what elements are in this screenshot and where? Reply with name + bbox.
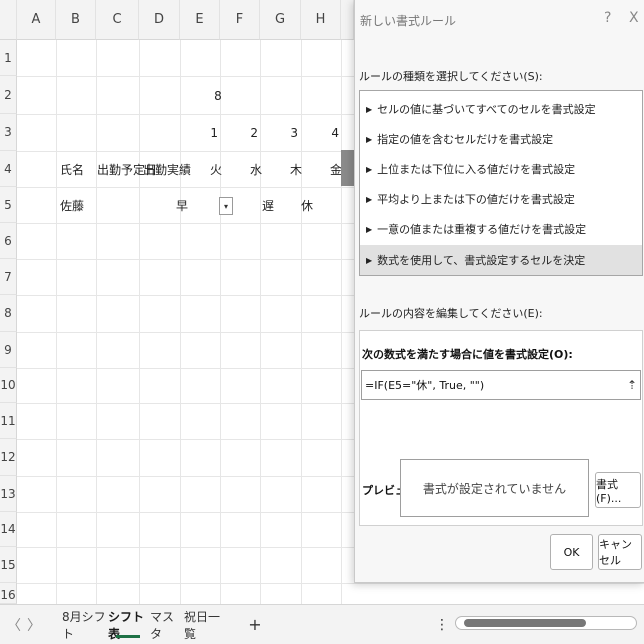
more-options-icon[interactable]: ⋮ [435, 605, 449, 644]
help-icon[interactable]: ? [604, 10, 611, 26]
row-header-8[interactable]: 8 [0, 295, 17, 332]
ok-button[interactable]: OK [550, 534, 593, 570]
chevron-down-icon: ▾ [223, 201, 228, 211]
row-header-2[interactable]: 2 [0, 76, 17, 114]
rule-type-list: ▶ セルの値に基づいてすべてのセルを書式設定 ▶ 指定の値を含むセルだけを書式設定 … [359, 90, 643, 276]
cell-b4[interactable]: 氏名 [56, 151, 96, 187]
row-header-15[interactable]: 15 [0, 547, 17, 583]
gridline [17, 583, 644, 584]
cell-f4[interactable]: 水 [236, 151, 276, 187]
cell-e4[interactable]: 火 [196, 151, 236, 187]
rule-type-item[interactable]: ▶ 指定の値を含むセルだけを書式設定 [360, 124, 642, 154]
row-header-4[interactable]: 4 [0, 151, 17, 187]
rule-type-item-label: 数式を使用して、書式設定するセルを決定 [377, 254, 586, 267]
gridline [139, 40, 140, 604]
row-header-9[interactable]: 9 [0, 332, 17, 368]
row-header-13[interactable]: 13 [0, 476, 17, 512]
preview-text: 書式が設定されていません [422, 481, 567, 496]
cell-c4[interactable]: 出勤予定日 [93, 151, 157, 187]
triangle-right-icon: ▶ [366, 255, 373, 265]
column-header-f[interactable]: F [220, 0, 260, 40]
prev-sheet-icon[interactable]: 〈 [6, 615, 22, 635]
cell-g3[interactable]: 3 [260, 115, 302, 151]
gridline [56, 40, 57, 604]
rule-type-item-label: セルの値に基づいてすべてのセルを書式設定 [377, 103, 596, 116]
row-header-14[interactable]: 14 [0, 512, 17, 547]
cell-g4[interactable]: 木 [276, 151, 316, 187]
row-header-1[interactable]: 1 [0, 40, 17, 76]
rule-type-item-label: 指定の値を含むセルだけを書式設定 [377, 133, 554, 146]
cell-e2[interactable]: 8 [180, 78, 256, 114]
tab-shift-hyou[interactable]: シフト表 [108, 605, 148, 644]
vertical-scroll-thumb[interactable] [341, 150, 354, 186]
cancel-button[interactable]: キャンセル [598, 534, 642, 570]
triangle-right-icon: ▶ [366, 104, 373, 114]
row-header-11[interactable]: 11 [0, 403, 17, 439]
cell-g5[interactable]: 休 [287, 187, 327, 223]
rule-type-item[interactable]: ▶ 平均より上または下の値だけを書式設定 [360, 184, 642, 214]
cell-h3[interactable]: 4 [301, 115, 343, 151]
tab-master[interactable]: マスタ [150, 605, 184, 644]
format-button[interactable]: 書式(F)... [595, 472, 641, 508]
column-header-b[interactable]: B [56, 0, 96, 40]
dialog-title: 新しい書式ルール [360, 14, 457, 28]
cell-f5[interactable]: 遅 [248, 187, 288, 223]
row-header-12[interactable]: 12 [0, 439, 17, 476]
add-sheet-icon[interactable]: + [244, 605, 266, 644]
next-sheet-icon[interactable]: 〉 [26, 615, 42, 635]
cell-dropdown-button[interactable]: ▾ [219, 197, 233, 215]
column-header-h[interactable]: H [301, 0, 341, 40]
cell-b5[interactable]: 佐藤 [56, 187, 96, 223]
column-header-g[interactable]: G [260, 0, 301, 40]
close-icon[interactable]: X [629, 10, 639, 26]
rule-type-item[interactable]: ▶ 一意の値または重複する値だけを書式設定 [360, 214, 642, 244]
rule-type-item-label: 上位または下位に入る値だけを書式設定 [377, 163, 576, 176]
new-format-rule-dialog: 新しい書式ルール ? X ルールの種類を選択してください(S): ▶ セルの値に基… [354, 0, 644, 583]
row-header-6[interactable]: 6 [0, 223, 17, 259]
horizontal-scroll-thumb[interactable] [464, 619, 586, 627]
cell-d4[interactable]: 出勤実績 [139, 151, 191, 187]
rule-type-item-label: 平均より上または下の値だけを書式設定 [377, 193, 575, 206]
row-header-7[interactable]: 7 [0, 259, 17, 295]
collapse-dialog-icon[interactable]: ⇡ [626, 374, 638, 396]
rule-type-item-selected[interactable]: ▶ 数式を使用して、書式設定するセルを決定 [360, 245, 642, 275]
tab-shukujitsu[interactable]: 祝日一覧 [184, 605, 226, 644]
cell-d5[interactable]: 早 [139, 187, 192, 223]
cell-f3[interactable]: 2 [220, 115, 262, 151]
triangle-right-icon: ▶ [366, 194, 373, 204]
gridline [96, 40, 97, 604]
row-header-5[interactable]: 5 [0, 187, 17, 223]
column-header-c[interactable]: C [96, 0, 139, 40]
triangle-right-icon: ▶ [366, 224, 373, 234]
row-header-10[interactable]: 10 [0, 368, 17, 403]
formula-input[interactable]: =IF(E5="休", True, "") [361, 370, 641, 400]
rule-type-item[interactable]: ▶ 上位または下位に入る値だけを書式設定 [360, 154, 642, 184]
triangle-right-icon: ▶ [366, 134, 373, 144]
formula-heading: 次の数式を満たす場合に値を書式設定(O): [362, 348, 573, 361]
rule-type-label: ルールの種類を選択してください(S): [359, 70, 543, 83]
rule-edit-label: ルールの内容を編集してください(E): [359, 307, 543, 320]
column-header-i[interactable] [341, 0, 354, 40]
row-header-3[interactable]: 3 [0, 114, 17, 151]
column-header-a[interactable]: A [17, 0, 56, 40]
rule-type-item[interactable]: ▶ セルの値に基づいてすべてのセルを書式設定 [360, 94, 642, 124]
row-header-16[interactable]: 16 [0, 583, 17, 604]
select-all-corner[interactable] [0, 0, 17, 40]
format-preview: 書式が設定されていません [400, 459, 589, 517]
tab-8gatsu-shift[interactable]: 8月シフト [62, 605, 108, 644]
rule-type-item-label: 一意の値または重複する値だけを書式設定 [377, 223, 587, 236]
column-header-e[interactable]: E [180, 0, 220, 40]
formula-text: =IF(E5="休", True, "") [365, 379, 485, 392]
cell-e3[interactable]: 1 [180, 115, 222, 151]
column-header-d[interactable]: D [139, 0, 180, 40]
triangle-right-icon: ▶ [366, 164, 373, 174]
